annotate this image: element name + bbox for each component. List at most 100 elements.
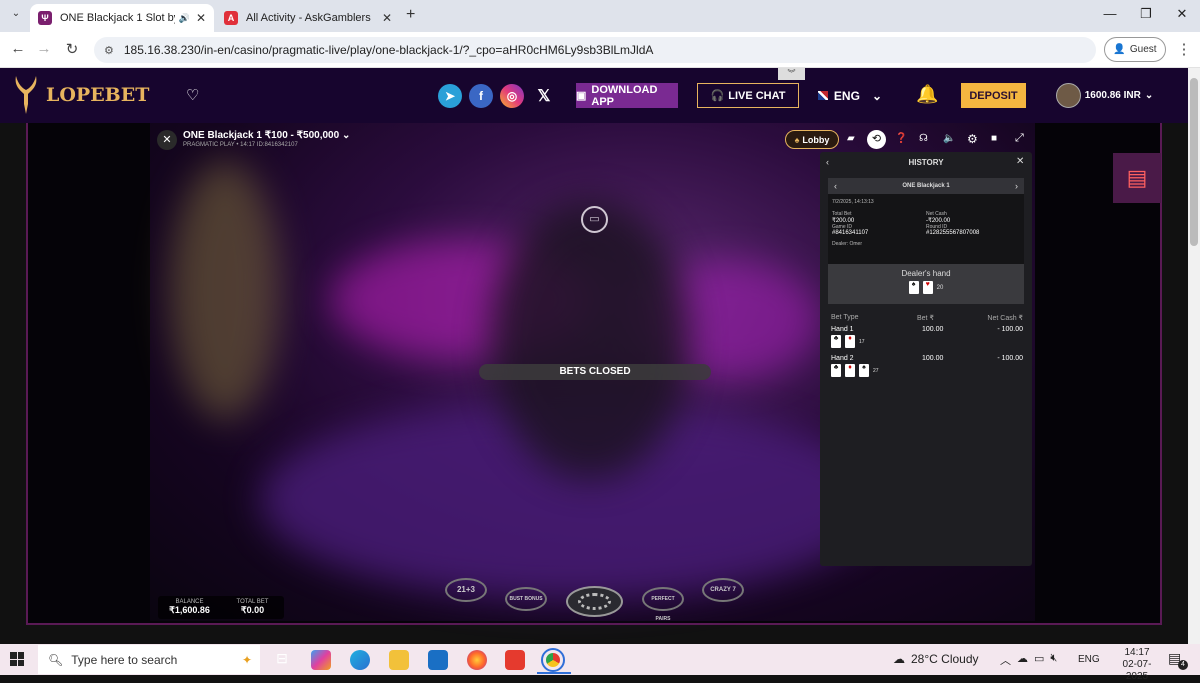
dealer-silhouette (490, 200, 690, 480)
camera-icon: ▭ (581, 206, 608, 233)
side-bet-perfect-pairs[interactable]: PERFECT PAIRS (642, 587, 684, 622)
input-language[interactable]: ENG (1078, 654, 1100, 665)
bets-closed-banner: BETS CLOSED (479, 364, 711, 380)
chevron-down-icon: ⌄ (341, 130, 351, 141)
collapse-header-icon[interactable]: ︾ (778, 68, 805, 80)
weather-cloud-icon: ☁ (893, 652, 905, 666)
main-bet-chip-inner (578, 593, 611, 610)
language-selector[interactable]: ENG ⌄ (818, 83, 882, 108)
col-bet-type: Bet Type (831, 314, 859, 321)
headset-icon: 🎧 (710, 90, 725, 102)
lobby-button[interactable]: ♠ Lobby (785, 130, 839, 149)
windows-start-icon[interactable] (10, 652, 24, 666)
side-bet-21-3[interactable]: 21+3 (445, 578, 487, 602)
next-round-icon[interactable]: › (1015, 181, 1018, 191)
close-tab-icon[interactable]: ✕ (196, 11, 206, 25)
restore-icon[interactable]: ❐ (1136, 6, 1156, 22)
tab-one-blackjack[interactable]: Ψ ONE Blackjack 1 Slot by Pra 🔊 ✕ (30, 4, 214, 32)
download-app-button[interactable]: ▣ DOWNLOAD APP (576, 83, 678, 108)
round-datetime: 7/2/2025, 14:13:13 (832, 199, 874, 205)
tab-search-button[interactable]: ⌄ (6, 8, 26, 26)
page-scrollbar[interactable] (1188, 68, 1200, 644)
deposit-button[interactable]: DEPOSIT (961, 83, 1026, 108)
profile-button[interactable]: 👤 Guest (1104, 37, 1166, 62)
card-icon: ♠ (908, 281, 919, 294)
antelope-logo-icon (15, 76, 37, 114)
close-window-icon[interactable]: ✕ (1172, 6, 1192, 22)
system-tray-icons[interactable]: ︿ ☁ ▭ 🔇︎ (1000, 652, 1057, 668)
edge-icon[interactable] (350, 650, 370, 670)
live-chat-button[interactable]: 🎧 LIVE CHAT (697, 83, 799, 108)
wps-office-icon[interactable] (505, 650, 525, 670)
row-bet-type: Hand 2 (831, 355, 854, 362)
live-chat-label: LIVE CHAT (728, 89, 786, 102)
game-selector[interactable]: ‹ ONE Blackjack 1 › (828, 178, 1024, 194)
chrome-icon[interactable] (541, 648, 565, 672)
reload-icon[interactable]: ↻ (62, 40, 82, 58)
address-bar[interactable]: ⚙ 185.16.38.230/in-en/casino/pragmatic-l… (94, 37, 1096, 63)
lobby-label: Lobby (802, 134, 830, 145)
facebook-icon[interactable]: f (469, 84, 493, 108)
file-explorer-icon[interactable] (389, 650, 409, 670)
new-tab-button[interactable]: + (406, 6, 415, 24)
deposit-label: DEPOSIT (969, 89, 1018, 102)
row-net-cash: - 100.00 (997, 355, 1023, 362)
notifications-bell-icon[interactable]: 🔔 (916, 84, 938, 105)
table-row: Hand 2 100.00 - 100.00 ♣ ♦ ♠ 27 (831, 355, 1023, 377)
bet-table-header: Bet Type Bet ₹ Net Cash ₹ (831, 314, 1023, 322)
side-bet-bust-bonus[interactable]: BUST BONUS (505, 587, 547, 611)
logo-text: LOPEBET (46, 84, 150, 106)
language-label: ENG (833, 88, 860, 103)
clock[interactable]: 14:17 02-07-2025 (1112, 647, 1162, 683)
sound-icon[interactable]: 🔈 (943, 133, 955, 144)
fullscreen-icon[interactable]: ⤢ (1015, 132, 1024, 145)
tips-icon[interactable]: ☊ (919, 133, 928, 144)
col-bet: Bet ₹ (917, 315, 934, 322)
history-icon[interactable]: ⟲ (867, 130, 886, 149)
site-logo[interactable]: LOPEBET (12, 72, 149, 118)
row-hand-total: 27 (873, 367, 879, 374)
firefox-icon[interactable] (467, 650, 487, 670)
tab-title: All Activity - AskGamblers (246, 12, 371, 24)
card-icon: ♣ (831, 364, 841, 377)
tab-askgamblers[interactable]: A All Activity - AskGamblers ✕ (216, 4, 400, 32)
close-game-button[interactable]: ✕ (157, 130, 177, 150)
settings-gear-icon[interactable]: ⚙ (967, 132, 978, 146)
table-row: Hand 1 100.00 - 100.00 ♣ ♦ 17 (831, 326, 1023, 348)
help-icon[interactable]: ❓ (895, 133, 907, 144)
total-bet-detail: ₹200.00 (832, 218, 855, 224)
dealer-name: Dealer: Omer (832, 241, 863, 247)
game-title[interactable]: ONE Blackjack 1 ₹100 - ₹500,000 ⌄ (183, 130, 350, 141)
task-view-icon[interactable]: ⊟ (272, 650, 292, 670)
weather-text: 28°C Cloudy (911, 652, 979, 666)
chat-icon[interactable]: ▰ (847, 133, 855, 144)
minimize-icon[interactable]: — (1100, 6, 1120, 21)
copilot-icon[interactable] (311, 650, 331, 670)
video-icon[interactable]: ■ (991, 133, 997, 144)
taskbar-search[interactable]: 🔍︎ Type here to search ✦ (38, 645, 260, 674)
outlook-icon[interactable] (428, 650, 448, 670)
balance-box: BALANCE ₹1,600.86 TOTAL BET ₹0.00 (158, 596, 284, 619)
favorite-heart-icon[interactable]: ♡ (186, 86, 199, 104)
forward-icon[interactable]: → (34, 40, 54, 57)
clock-time: 14:17 (1124, 647, 1150, 658)
user-avatar[interactable] (1056, 83, 1081, 108)
side-bet-crazy-7[interactable]: CRAZY 7 (702, 578, 744, 602)
telegram-icon[interactable]: ➤ (438, 84, 462, 108)
url-text: 185.16.38.230/in-en/casino/pragmatic-liv… (123, 43, 654, 57)
history-close-icon[interactable]: ✕ (1016, 156, 1024, 167)
instagram-icon[interactable]: ◎ (500, 84, 524, 108)
close-tab-icon[interactable]: ✕ (382, 11, 392, 25)
weather-widget[interactable]: ☁ 28°C Cloudy (893, 652, 979, 666)
prev-round-icon[interactable]: ‹ (834, 181, 837, 191)
site-info-icon[interactable]: ⚙ (104, 44, 114, 57)
net-cash-detail: -₹200.00 (926, 218, 951, 224)
profile-icon: 👤 (1113, 44, 1126, 55)
menu-kebab-icon[interactable]: ⋮ (1174, 40, 1194, 58)
back-icon[interactable]: ← (8, 40, 28, 57)
scrollbar-thumb[interactable] (1190, 78, 1198, 246)
card-icon: ♠ (859, 364, 869, 377)
x-twitter-icon[interactable]: 𝕏 (532, 84, 556, 108)
wallet-side-button[interactable]: ▤ (1113, 153, 1161, 203)
balance-dropdown[interactable]: 1600.86 INR ⌄ (1084, 83, 1154, 108)
